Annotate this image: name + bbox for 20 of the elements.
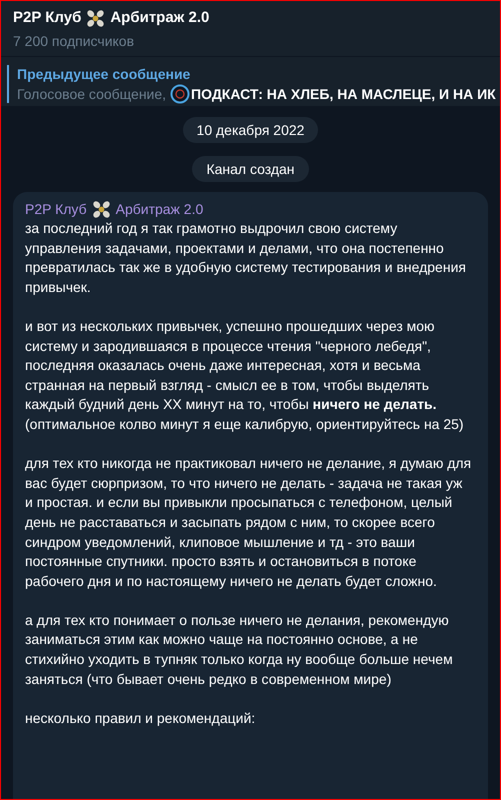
message-paragraph: несколько правил и рекомендаций: <box>25 708 256 728</box>
message-paragraph: и вот из нескольких привычек, успешно прошедших через мою систему и зародившаяся в процессе чтения "черного лебедя", последняя оказалась очень даже интересная, хотя и весьма странная на первый взгляд - смысл ее в том, чтобы выделять каждый будний день ХХ минут на то, чтобы ничего не делать. (оптимальное колво минут я еще калибрую, ориентируйтесь на 25) <box>25 316 465 434</box>
message-paragraph: а для тех кто понимает о пользе ничего не делания, рекомендую заниматься этим как можно чаще на постоянно основе, а не стихийно уходить в тупняк только когда ну вообще больше нечем заняться (что бывает очень редко в современном мире) <box>25 610 454 689</box>
service-message: 10 декабря 2022 <box>182 117 318 143</box>
author-name[interactable]: P2P Клуб <box>25 200 87 219</box>
reply-label: Предыдущее сообщение <box>17 65 192 84</box>
message-paragraph: для тех кто никогда не практиковал ничего не делание, я думаю для вас будет сюрпризом, то что ничего не делать - задача не такая уж и простая. и если вы привыкли просыпаться с телефоном, целый день не расставаться и засыпать рядом с ним, то скорее всего синдром уведомлений, клиповое мышление и тд - это ваши постоянные спутники. просто взять и остановиться в потоке рабочего дня и по настоящему ничего не делать будет сложно. <box>25 454 472 591</box>
subscriber-count: 7 200 подписчиков <box>13 32 136 51</box>
voice-message-icon <box>170 84 190 104</box>
reply-prefix: Голосовое сообщение, <box>17 84 166 104</box>
flower-icon <box>92 200 111 219</box>
channel-title: P2P Клуб <box>13 8 82 28</box>
message-paragraph: за последний год я так грамотно выдрочил свою систему управления задачами, проектами и делами, что она постепенно превратилась так же в удобную систему тестирования и внедрения привычек. <box>25 219 467 297</box>
channel-header[interactable]: P2P Клуб Арбитраж 2.0 7 200 подписчиков <box>1 1 500 56</box>
pinned-message-bar[interactable]: Предыдущее сообщение Голосовое сообщение, ПОДКАСТ: НА ХЛЕБ, НА МАСЛЕЦЕ, И НА ИК <box>1 56 500 106</box>
service-message: Канал создан <box>192 156 309 182</box>
flower-icon <box>86 8 106 28</box>
author-name[interactable]: Арбитраж 2.0 <box>116 200 204 219</box>
channel-title: Арбитраж 2.0 <box>110 8 210 28</box>
reply-text: ПОДКАСТ: НА ХЛЕБ, НА МАСЛЕЦЕ, И НА ИК <box>191 84 496 104</box>
